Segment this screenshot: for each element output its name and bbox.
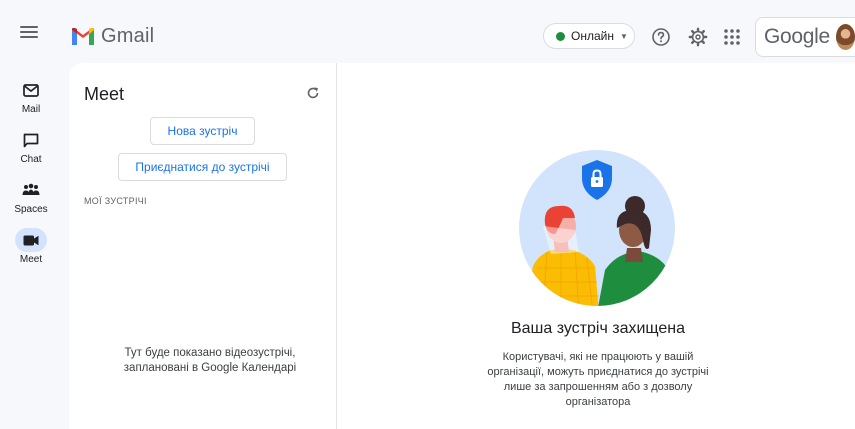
secure-meeting-description: Користувачі, які не працюють у вашій орг…	[487, 351, 709, 408]
top-bar: Gmail Онлайн ▼ Google	[0, 0, 855, 64]
rail-label-spaces: Spaces	[14, 204, 48, 215]
gmail-logo[interactable]: Gmail	[72, 25, 154, 48]
rail-item-meet[interactable]: Meet	[6, 228, 56, 276]
rail-icon-wrap	[15, 228, 47, 252]
spaces-icon	[22, 183, 40, 195]
help-icon[interactable]	[651, 27, 671, 47]
meetings-empty-state: Тут буде показано відеозустрічі, заплано…	[123, 347, 297, 374]
caret-down-icon: ▼	[619, 31, 628, 41]
video-icon	[23, 235, 39, 245]
refresh-icon[interactable]	[306, 86, 320, 100]
main-menu-icon[interactable]	[20, 26, 38, 38]
gmail-m-icon	[72, 28, 94, 45]
rail-icon-wrap	[15, 178, 47, 202]
rail-item-chat[interactable]: Chat	[6, 128, 56, 176]
gmail-logo-text: Gmail	[101, 25, 155, 47]
avatar[interactable]	[835, 24, 855, 50]
rail-item-mail[interactable]: Mail	[6, 78, 56, 126]
join-meeting-button[interactable]: Приєднатися до зустрічі	[118, 153, 287, 181]
status-dropdown[interactable]: Онлайн ▼	[543, 23, 635, 49]
rail-item-spaces[interactable]: Spaces	[6, 178, 56, 226]
secure-meeting-title: Ваша зустріч захищена	[510, 320, 686, 337]
secure-meeting-illustration	[519, 150, 675, 306]
rail-label-chat: Chat	[20, 154, 42, 165]
panel-divider	[336, 63, 337, 429]
online-status-dot	[556, 31, 565, 41]
page-title: Meet	[84, 84, 125, 104]
my-meetings-heading: МОЇ ЗУСТРІЧІ	[84, 196, 147, 206]
apps-grid-icon[interactable]	[722, 27, 742, 47]
mail-icon	[23, 83, 39, 97]
new-meeting-button[interactable]: Нова зустріч	[150, 117, 255, 145]
google-account-switcher[interactable]: Google	[755, 17, 855, 57]
settings-gear-icon[interactable]	[688, 27, 708, 47]
google-logo-text: Google	[764, 25, 830, 48]
chat-icon	[23, 133, 39, 147]
rail-label-mail: Mail	[21, 104, 41, 115]
status-label: Онлайн	[571, 29, 614, 43]
rail-label-meet: Meet	[19, 254, 43, 265]
rail-icon-wrap	[15, 78, 47, 102]
rail-icon-wrap	[15, 128, 47, 152]
